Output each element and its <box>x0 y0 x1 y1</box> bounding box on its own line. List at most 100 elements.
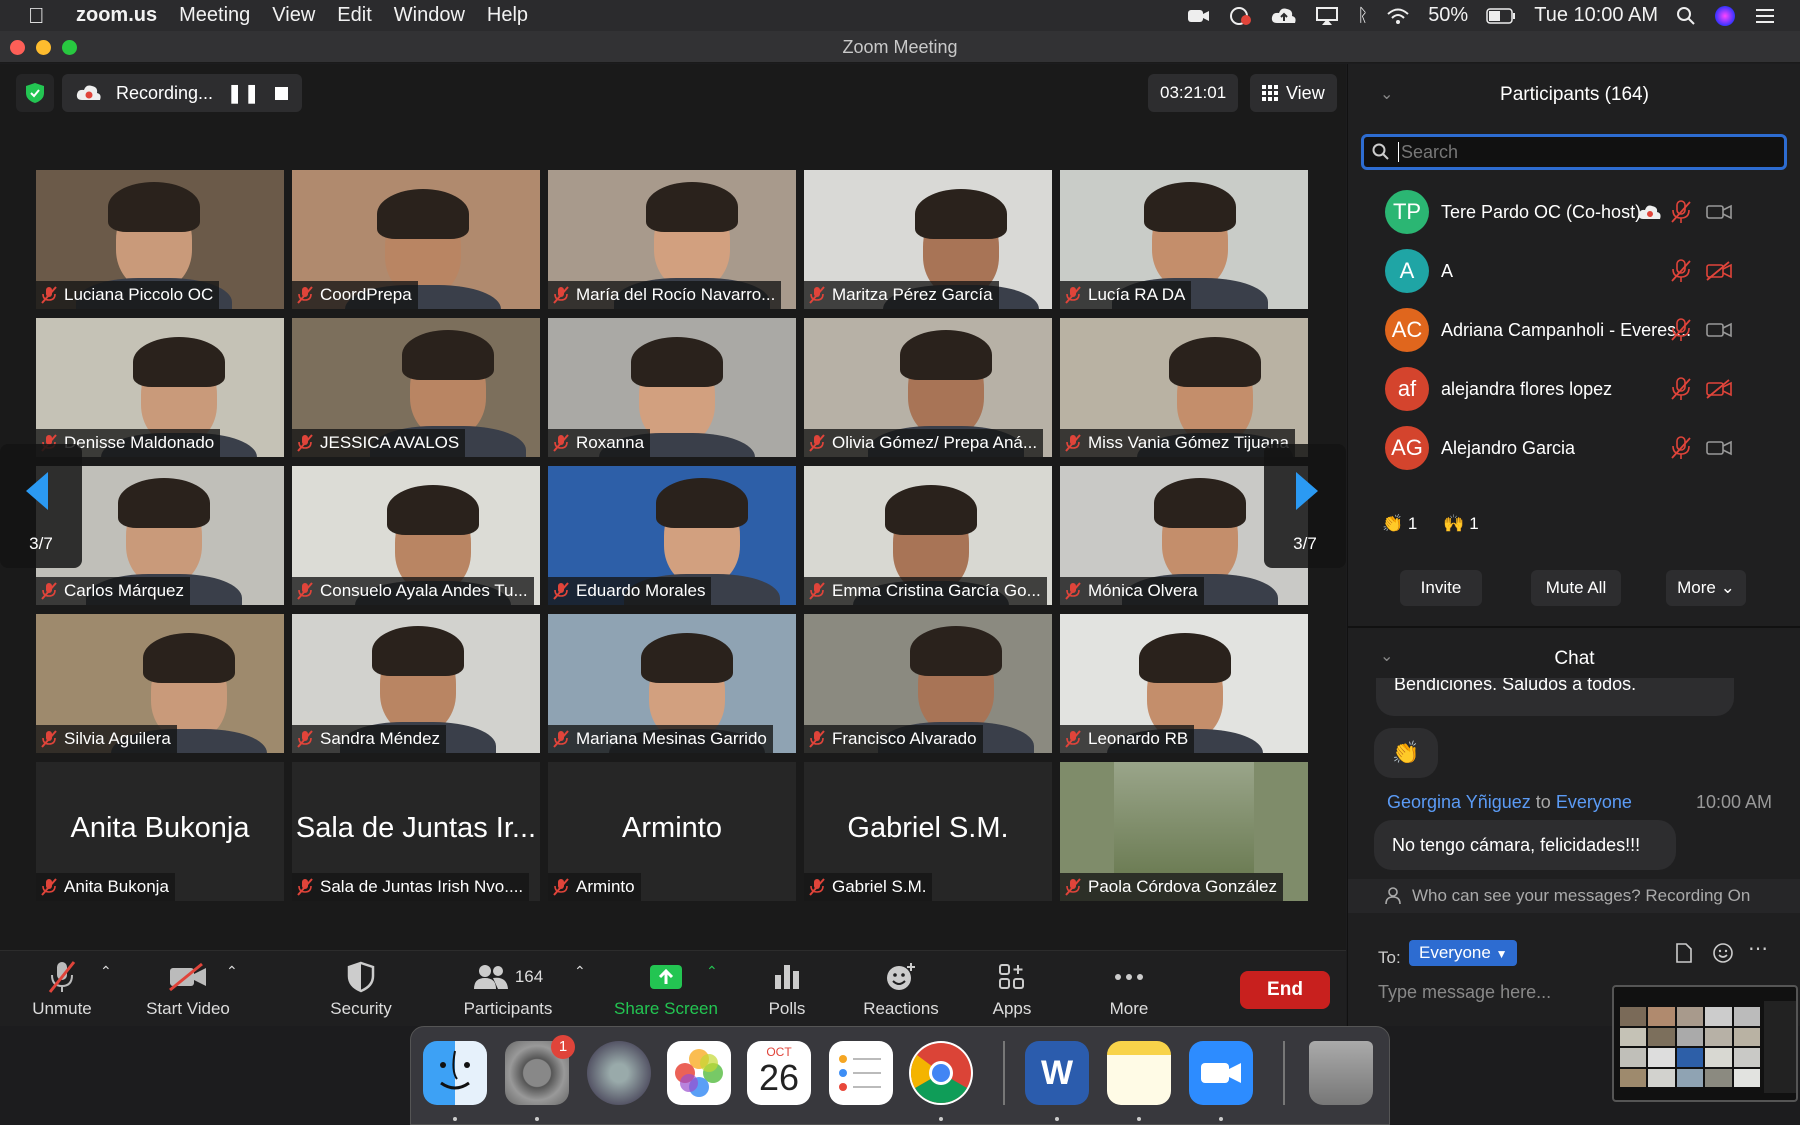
audio-options-caret-icon[interactable]: ⌃ <box>100 963 112 980</box>
unmute-button[interactable]: Unmute <box>20 951 104 1027</box>
video-tile[interactable]: Leonardo RB <box>1060 614 1308 753</box>
video-tile[interactable]: Francisco Alvarado <box>804 614 1052 753</box>
video-tile[interactable]: CoordPrepa <box>292 170 540 309</box>
menu-window[interactable]: Window <box>394 4 465 27</box>
siri-icon[interactable] <box>1714 5 1736 27</box>
participants-more-button[interactable]: More ⌄ <box>1666 570 1746 606</box>
security-button[interactable]: Security <box>320 951 402 1027</box>
end-meeting-button[interactable]: End <box>1240 971 1330 1009</box>
video-camera-icon[interactable] <box>1706 438 1732 458</box>
video-tile[interactable]: Silvia Aguilera <box>36 614 284 753</box>
participant-row[interactable]: AC Adriana Campanholi - Everes... <box>1348 300 1800 360</box>
video-tile[interactable]: Gabriel S.M. Gabriel S.M. <box>804 762 1052 901</box>
more-button[interactable]: More <box>1099 951 1159 1027</box>
video-tile[interactable]: Miss Vania Gómez Tijuana <box>1060 318 1308 457</box>
video-tile[interactable]: Arminto Arminto <box>548 762 796 901</box>
stop-recording-icon[interactable] <box>275 86 289 100</box>
mute-all-button[interactable]: Mute All <box>1531 570 1621 606</box>
reminders-icon[interactable] <box>829 1041 893 1105</box>
video-tile[interactable]: Eduardo Morales <box>548 466 796 605</box>
video-tile[interactable]: Consuelo Ayala Andes Tu... <box>292 466 540 605</box>
launchpad-rocket-icon[interactable] <box>587 1041 651 1105</box>
muted-mic-icon[interactable] <box>1670 436 1692 460</box>
menubar-clock[interactable]: Tue 10:00 AM <box>1534 4 1658 27</box>
pause-recording-icon[interactable]: ❚❚ <box>227 83 261 104</box>
photos-icon[interactable] <box>667 1041 731 1105</box>
video-tile[interactable]: Emma Cristina García Go... <box>804 466 1052 605</box>
screen-recording-preview[interactable] <box>1612 985 1798 1102</box>
participant-row[interactable]: AA <box>1348 241 1800 301</box>
chat-sender[interactable]: Georgina Yñiguez <box>1387 792 1531 812</box>
participant-row[interactable]: TP Tere Pardo OC (Co-host) <box>1348 182 1800 242</box>
start-video-button[interactable]: Start Video <box>138 951 238 1027</box>
video-tile[interactable]: Paola Córdova González <box>1060 762 1308 901</box>
chat-more-icon[interactable]: ⋯ <box>1748 936 1768 961</box>
encryption-shield-icon[interactable] <box>16 74 54 112</box>
video-tile[interactable]: Sandra Méndez <box>292 614 540 753</box>
spotlight-search-icon[interactable] <box>1676 6 1696 26</box>
video-tile[interactable]: Mariana Mesinas Garrido <box>548 614 796 753</box>
invite-button[interactable]: Invite <box>1400 570 1482 606</box>
video-camera-icon[interactable] <box>1706 202 1732 222</box>
trash-icon[interactable] <box>1309 1041 1373 1105</box>
video-tile[interactable]: Olivia Gómez/ Prepa Aná... <box>804 318 1052 457</box>
menu-edit[interactable]: Edit <box>337 4 371 27</box>
video-tile[interactable]: Denisse Maldonado <box>36 318 284 457</box>
zoom-app-icon[interactable] <box>1189 1041 1253 1105</box>
muted-mic-icon[interactable] <box>1670 318 1692 342</box>
video-tile[interactable]: Lucía RA DA <box>1060 170 1308 309</box>
app-menu[interactable]: zoom.us <box>76 4 157 27</box>
video-tile[interactable]: JESSICA AVALOS <box>292 318 540 457</box>
zoom-status-icon[interactable] <box>1187 7 1211 25</box>
video-tile[interactable]: María del Rocío Navarro... <box>548 170 796 309</box>
chrome-icon[interactable] <box>909 1041 973 1105</box>
chat-privacy-notice[interactable]: Who can see your messages? Recording On <box>1348 879 1800 913</box>
calendar-icon[interactable]: OCT 26 <box>747 1041 811 1105</box>
recording-status-icon[interactable] <box>1229 6 1253 26</box>
video-options-caret-icon[interactable]: ⌃ <box>226 963 238 980</box>
wifi-icon[interactable] <box>1386 7 1410 25</box>
video-off-icon[interactable] <box>1706 261 1732 281</box>
finder-icon[interactable] <box>423 1041 487 1105</box>
notes-icon[interactable] <box>1107 1041 1171 1105</box>
emoji-picker-icon[interactable] <box>1712 942 1734 964</box>
participants-button[interactable]: 164 Participants <box>456 951 560 1027</box>
control-center-icon[interactable] <box>1754 7 1776 25</box>
video-camera-icon[interactable] <box>1706 320 1732 340</box>
close-window-button[interactable] <box>10 40 25 55</box>
video-tile[interactable]: Sala de Juntas Ir... Sala de Juntas Irish… <box>292 762 540 901</box>
video-off-icon[interactable] <box>1706 379 1732 399</box>
minimize-window-button[interactable] <box>36 40 51 55</box>
participant-row[interactable]: af alejandra flores lopez <box>1348 359 1800 419</box>
apps-button[interactable]: Apps <box>982 951 1042 1027</box>
bluetooth-icon[interactable]: ᚱ <box>1357 5 1368 26</box>
muted-mic-icon[interactable] <box>1670 377 1692 401</box>
reactions-button[interactable]: Reactions <box>858 951 944 1027</box>
file-attach-icon[interactable] <box>1675 942 1693 964</box>
video-tile[interactable]: Maritza Pérez García <box>804 170 1052 309</box>
participants-search-input[interactable]: Search <box>1361 134 1787 170</box>
battery-icon[interactable] <box>1486 7 1516 24</box>
view-button[interactable]: View <box>1250 74 1337 112</box>
next-page-button[interactable]: 3/7 <box>1264 444 1346 568</box>
previous-page-button[interactable]: 3/7 <box>0 444 82 568</box>
airplay-icon[interactable] <box>1315 6 1339 26</box>
polls-button[interactable]: Polls <box>752 951 822 1027</box>
chat-message-input[interactable]: Type message here... <box>1378 982 1551 1003</box>
muted-mic-icon[interactable] <box>1670 259 1692 283</box>
menu-help[interactable]: Help <box>487 4 528 27</box>
fullscreen-window-button[interactable] <box>62 40 77 55</box>
menu-view[interactable]: View <box>272 4 315 27</box>
video-tile[interactable]: Roxanna <box>548 318 796 457</box>
cloud-upload-icon[interactable] <box>1271 7 1297 25</box>
muted-mic-icon[interactable] <box>1670 200 1692 224</box>
video-tile[interactable]: Anita Bukonja Anita Bukonja <box>36 762 284 901</box>
word-icon[interactable]: W <box>1025 1041 1089 1105</box>
video-tile[interactable]: Luciana Piccolo OC <box>36 170 284 309</box>
share-options-caret-icon[interactable]: ⌃ <box>706 963 718 980</box>
chat-recipient-select[interactable]: Everyone ▼ <box>1409 940 1518 966</box>
apple-menu-icon[interactable]:  <box>28 3 58 29</box>
menu-meeting[interactable]: Meeting <box>179 4 250 27</box>
participants-caret-icon[interactable]: ⌃ <box>574 963 586 980</box>
participant-row[interactable]: AG Alejandro Garcia <box>1348 418 1800 478</box>
